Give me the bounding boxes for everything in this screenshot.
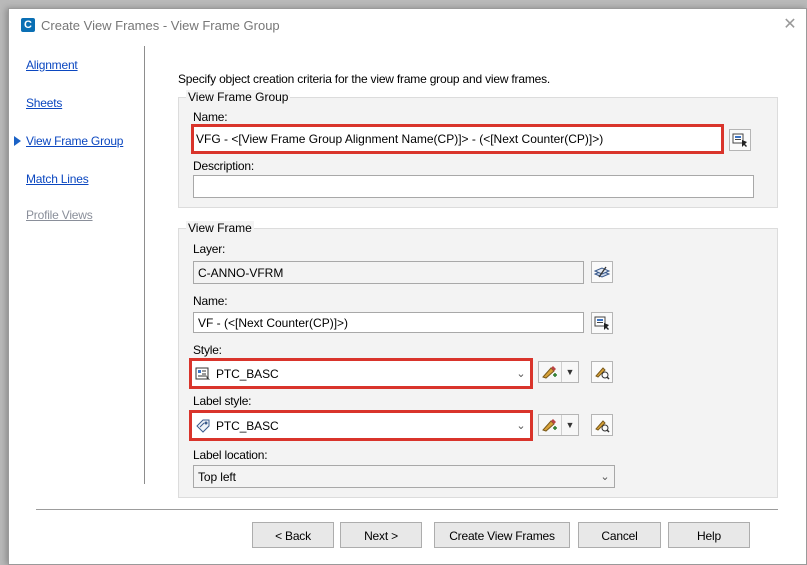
next-button[interactable]: Next > <box>340 522 422 548</box>
back-button[interactable]: < Back <box>252 522 334 548</box>
vfg-description-label: Description: <box>193 159 254 173</box>
vf-label-location-label: Label location: <box>193 448 268 462</box>
vfg-name-label: Name: <box>193 110 228 124</box>
civil3d-app-icon: C <box>21 18 35 32</box>
view-frame-group-title: View Frame Group <box>186 90 291 104</box>
nav-item-sheets[interactable]: Sheets <box>26 96 62 110</box>
intro-text: Specify object creation criteria for the… <box>178 72 551 86</box>
vf-label-style-select[interactable]: PTC_BASC ⌄ <box>189 410 533 441</box>
chevron-down-icon[interactable]: ⌄ <box>512 367 530 380</box>
nav-divider <box>144 46 145 484</box>
vf-label-style-value: PTC_BASC <box>216 418 279 433</box>
vf-layer-select-button[interactable] <box>591 261 613 283</box>
nav-item-view-frame-group[interactable]: View Frame Group <box>26 134 123 148</box>
vf-style-pick-button[interactable] <box>591 361 613 383</box>
close-icon[interactable]: ✕ <box>782 14 798 34</box>
view-frame-style-icon <box>194 366 212 382</box>
vf-label-style-label: Label style: <box>193 394 252 408</box>
vf-label-location-select[interactable]: Top left ⌄ <box>193 465 615 488</box>
vfg-name-input[interactable] <box>191 124 724 154</box>
chevron-down-icon[interactable]: ⌄ <box>512 419 530 432</box>
vf-name-label: Name: <box>193 294 228 308</box>
layer-icon <box>593 266 611 278</box>
nav-item-alignment[interactable]: Alignment <box>26 58 78 72</box>
pick-style-icon <box>595 420 610 433</box>
vf-name-input[interactable] <box>193 312 584 333</box>
pick-style-icon <box>595 367 610 380</box>
window-title: Create View Frames - View Frame Group <box>41 18 280 33</box>
nav-item-match-lines[interactable]: Match Lines <box>26 172 89 186</box>
vf-style-select[interactable]: PTC_BASC ⌄ <box>189 358 533 389</box>
vf-style-value: PTC_BASC <box>216 366 279 381</box>
vf-style-edit-split-button[interactable]: ▼ <box>538 361 579 383</box>
chevron-down-icon[interactable]: ⌄ <box>596 470 614 483</box>
vf-layer-label: Layer: <box>193 242 226 256</box>
vf-layer-input <box>193 261 584 284</box>
vf-style-label: Style: <box>193 343 222 357</box>
nav-item-profile-views: Profile Views <box>26 208 93 222</box>
name-template-icon <box>732 133 747 147</box>
edit-style-icon[interactable] <box>539 362 562 382</box>
vfg-description-input[interactable] <box>193 175 754 198</box>
vf-label-location-value: Top left <box>198 469 236 484</box>
dropdown-arrow-icon[interactable]: ▼ <box>562 420 578 430</box>
view-frame-title: View Frame <box>186 221 254 235</box>
footer-divider <box>36 509 778 510</box>
vf-name-template-button[interactable] <box>591 312 613 334</box>
label-style-icon <box>194 418 212 434</box>
title-bar: C Create View Frames - View Frame Group … <box>9 9 806 41</box>
current-step-arrow-icon <box>14 136 21 146</box>
vf-label-style-pick-button[interactable] <box>591 414 613 436</box>
edit-style-icon[interactable] <box>539 415 562 435</box>
vfg-name-template-button[interactable] <box>729 129 751 151</box>
cancel-button[interactable]: Cancel <box>578 522 661 548</box>
name-template-icon <box>594 316 609 330</box>
help-button[interactable]: Help <box>668 522 750 548</box>
vf-label-style-edit-split-button[interactable]: ▼ <box>538 414 579 436</box>
create-view-frames-button[interactable]: Create View Frames <box>434 522 570 548</box>
dropdown-arrow-icon[interactable]: ▼ <box>562 367 578 377</box>
